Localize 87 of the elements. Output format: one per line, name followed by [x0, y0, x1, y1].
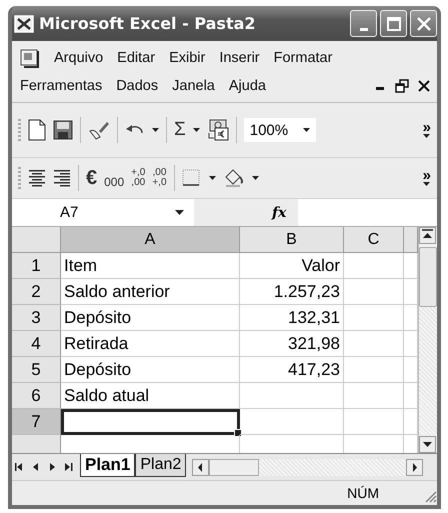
- app-icon: [14, 14, 34, 32]
- table-cell: [344, 409, 404, 435]
- menu-item[interactable]: Dados: [116, 78, 158, 94]
- maximize-button[interactable]: [380, 10, 407, 37]
- zoom-dropdown[interactable]: 100%: [244, 118, 316, 142]
- menu-item[interactable]: Editar: [117, 50, 156, 66]
- table-cell: [344, 357, 404, 383]
- dropdown-arrow-icon: [423, 134, 430, 138]
- dropdown-arrow-icon[interactable]: [252, 176, 259, 180]
- minimize-icon: [360, 28, 368, 31]
- scroll-thumb[interactable]: [419, 247, 437, 307]
- formula-input[interactable]: [298, 199, 437, 226]
- currency-button[interactable]: €: [86, 166, 98, 190]
- toolbar-options-button[interactable]: »: [422, 122, 431, 138]
- table-cell: [344, 331, 404, 357]
- autosum-button[interactable]: Σ: [174, 119, 186, 141]
- increase-decimal-button[interactable]: +,0 ,00: [131, 168, 146, 188]
- dropdown-arrow-icon: [423, 182, 430, 186]
- close-icon[interactable]: [417, 79, 431, 93]
- table-cell: Saldo anterior: [61, 279, 240, 305]
- dropdown-arrow-icon[interactable]: [152, 128, 159, 132]
- row-header[interactable]: 1: [12, 253, 61, 279]
- close-button[interactable]: [410, 10, 437, 37]
- table-cell: Depósito: [61, 305, 240, 331]
- column-header[interactable]: B: [240, 227, 344, 253]
- close-icon: [416, 16, 432, 32]
- scroll-up-icon[interactable]: [419, 227, 436, 244]
- table-cell: [344, 279, 404, 305]
- table-cell: [344, 383, 404, 409]
- table-cell: [344, 253, 404, 279]
- restore-icon[interactable]: [395, 79, 409, 93]
- window-title: Microsoft Excel - Pasta2: [39, 14, 256, 33]
- document-icon: [20, 48, 42, 68]
- borders-icon[interactable]: [182, 169, 202, 187]
- menu-item[interactable]: Janela: [172, 78, 215, 94]
- sheet-tab[interactable]: Plan2: [135, 454, 186, 477]
- name-box[interactable]: A7: [12, 199, 194, 226]
- table-cell: 132,31: [240, 305, 344, 331]
- thousands-separator-button[interactable]: 000: [104, 175, 124, 189]
- table-cell: Saldo atual: [61, 383, 240, 409]
- menu-item[interactable]: Formatar: [274, 50, 332, 66]
- table-cell: 1.257,23: [240, 279, 344, 305]
- column-header[interactable]: A: [61, 227, 240, 253]
- align-right-icon[interactable]: [53, 168, 71, 188]
- paintbrush-icon[interactable]: [88, 119, 110, 141]
- resize-grip-icon[interactable]: [423, 489, 437, 503]
- table-cell: [344, 305, 404, 331]
- vertical-scrollbar[interactable]: [418, 227, 437, 453]
- scroll-right-icon[interactable]: [406, 458, 423, 476]
- align-center-icon[interactable]: [28, 168, 46, 188]
- horizontal-scrollbar[interactable]: [192, 458, 423, 476]
- dropdown-arrow-icon[interactable]: [208, 176, 216, 180]
- row-header[interactable]: 2: [12, 279, 61, 305]
- column-header[interactable]: C: [344, 227, 404, 253]
- row-header[interactable]: 5: [12, 357, 61, 383]
- table-cell: Valor: [240, 253, 344, 279]
- paint-bucket-icon[interactable]: [222, 168, 245, 188]
- table-cell: Item: [61, 253, 240, 279]
- scroll-thumb[interactable]: [209, 458, 260, 476]
- new-document-icon[interactable]: [28, 119, 46, 141]
- table-cell: Retirada: [61, 331, 240, 357]
- dropdown-arrow-icon: [175, 210, 184, 215]
- euro-conversion-icon[interactable]: [206, 119, 229, 141]
- row-header[interactable]: 6: [12, 383, 61, 409]
- menu-item[interactable]: Inserir: [219, 50, 260, 66]
- table-cell: Depósito: [61, 357, 240, 383]
- scroll-down-icon[interactable]: [419, 436, 436, 453]
- row-header[interactable]: 3: [12, 305, 61, 331]
- menu-item[interactable]: Exibir: [169, 50, 206, 66]
- menu-item[interactable]: Ferramentas: [20, 78, 102, 94]
- table-cell: 417,23: [240, 357, 344, 383]
- row-header[interactable]: 7: [12, 409, 61, 435]
- menu-item[interactable]: Arquivo: [54, 50, 104, 66]
- menu-item[interactable]: Ajuda: [228, 78, 266, 94]
- table-cell: 321,98: [240, 331, 344, 357]
- minimize-button[interactable]: [350, 10, 377, 37]
- row-header[interactable]: 4: [12, 331, 61, 357]
- scroll-left-icon[interactable]: [192, 458, 210, 476]
- maximize-icon: [386, 16, 402, 32]
- toolbar-options-button[interactable]: »: [422, 170, 431, 186]
- sheet-tab[interactable]: Plan1: [80, 454, 136, 477]
- dropdown-arrow-icon[interactable]: [192, 128, 200, 132]
- insert-function-button[interactable]: fx: [272, 204, 286, 220]
- dropdown-arrow-icon: [302, 128, 310, 132]
- decrease-decimal-button[interactable]: ,00 +,0: [152, 168, 167, 188]
- num-lock-indicator: NÚM: [347, 485, 379, 501]
- active-cell[interactable]: [61, 409, 240, 435]
